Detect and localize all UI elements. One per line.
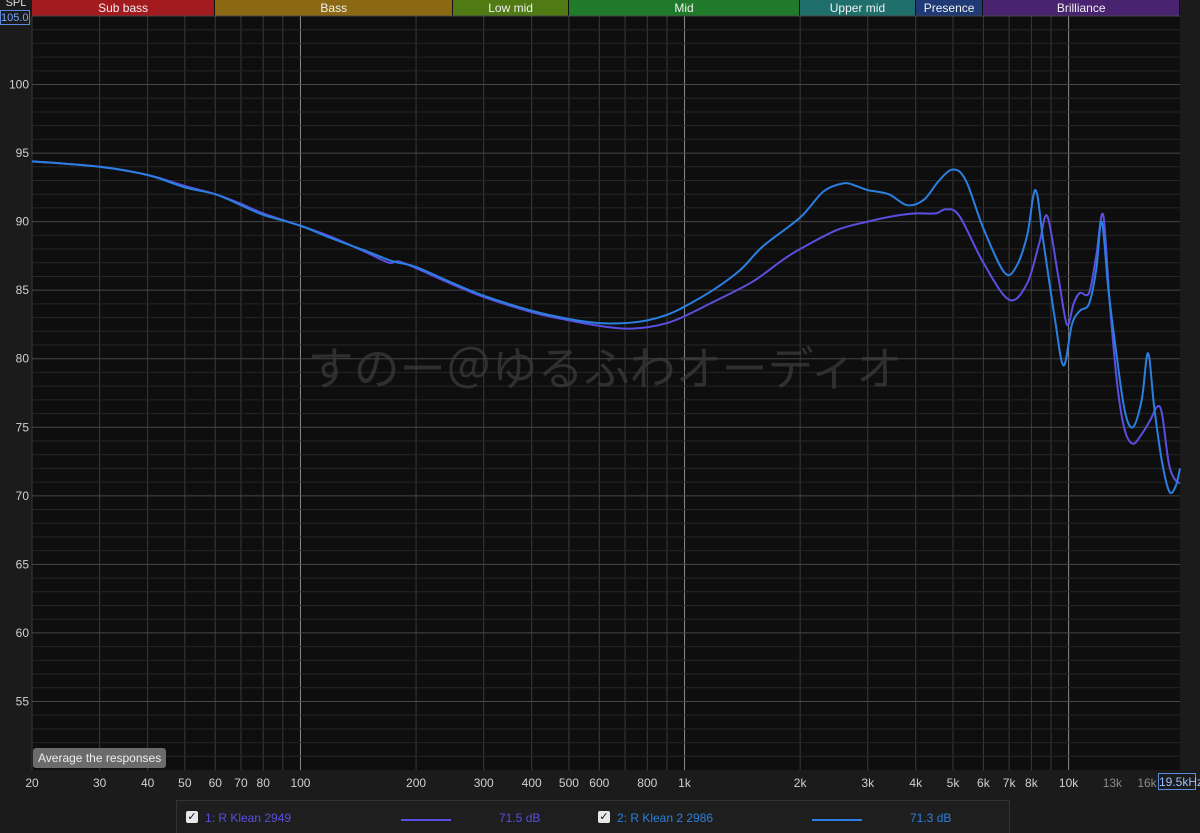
x-tick-label: 600	[589, 776, 609, 790]
x-tick-label: 200	[406, 776, 426, 790]
x-tick-label: 8k	[1025, 776, 1039, 790]
legend-2-checkbox[interactable]: ✓	[598, 811, 610, 823]
x-tick-label: 80	[257, 776, 271, 790]
x-tick-label: 60	[209, 776, 223, 790]
average-responses-button[interactable]: Average the responses	[33, 748, 167, 768]
y-tick-label: 100	[9, 78, 29, 92]
legend-2-name[interactable]: 2: R Klean 2 2986	[617, 809, 713, 827]
x-tick-label: 7k	[1003, 776, 1017, 790]
x-tick-label: 13k	[1103, 776, 1123, 790]
x-tick-label: 20	[25, 776, 39, 790]
x-tick-label: 400	[522, 776, 542, 790]
y-tick-label: 80	[16, 352, 30, 366]
legend-1-value: 71.5 dB	[499, 811, 541, 825]
x-tick-label: 800	[637, 776, 657, 790]
legend-bar: ✓ 1: R Klean 2949 71.5 dB ✓ 2: R Klean 2…	[176, 800, 1010, 833]
x-tick-label: 300	[474, 776, 494, 790]
x-tick-label: 30	[93, 776, 107, 790]
x-tick-label: 10k	[1059, 776, 1079, 790]
legend-1-checkbox[interactable]: ✓	[186, 811, 198, 823]
y-tick-label: 65	[16, 557, 30, 571]
x-tick-label: 1k	[678, 776, 692, 790]
y-tick-label: 60	[16, 626, 30, 640]
frequency-response-chart: すのー＠ゆるふわオーディオ 20 30 40 50 60 70 80 100 200 300 400…	[9, 15, 1181, 790]
y-tick-label: 75	[16, 420, 30, 434]
y-tick-label: 95	[16, 146, 30, 160]
legend-2-value: 71.3 dB	[910, 811, 952, 825]
legend-1-name[interactable]: 1: R Klean 2949	[205, 809, 291, 827]
x-tick-label: 2k	[794, 776, 808, 790]
x-tick-label: 16k	[1137, 776, 1157, 790]
x-tick-label: 6k	[977, 776, 991, 790]
x-tick-label: 100	[290, 776, 310, 790]
x-tick-label: 5k	[947, 776, 961, 790]
x-tick-label: 4k	[909, 776, 923, 790]
watermark: すのー＠ゆるふわオーディオ	[308, 342, 903, 396]
y-tick-label: 70	[16, 489, 30, 503]
legend-1-swatch	[401, 819, 451, 821]
x-tick-label: 40	[141, 776, 155, 790]
x-tick-labels: 20 30 40 50 60 70 80 100 200 300 400 500 600 800 1k 2k 3…	[25, 776, 1157, 790]
y-tick-labels: 55 60 65 70 75 80 85 90 95 100	[9, 78, 29, 709]
x-tick-label: 500	[559, 776, 579, 790]
y-tick-label: 90	[16, 215, 30, 229]
x-tick-label: 50	[178, 776, 192, 790]
x-max-input[interactable]: 19.5kHz	[1158, 773, 1200, 790]
y-tick-label: 55	[16, 694, 30, 708]
legend-2-swatch	[812, 819, 862, 821]
x-tick-label: 70	[234, 776, 248, 790]
x-tick-label: 3k	[861, 776, 875, 790]
y-tick-label: 85	[16, 283, 30, 297]
